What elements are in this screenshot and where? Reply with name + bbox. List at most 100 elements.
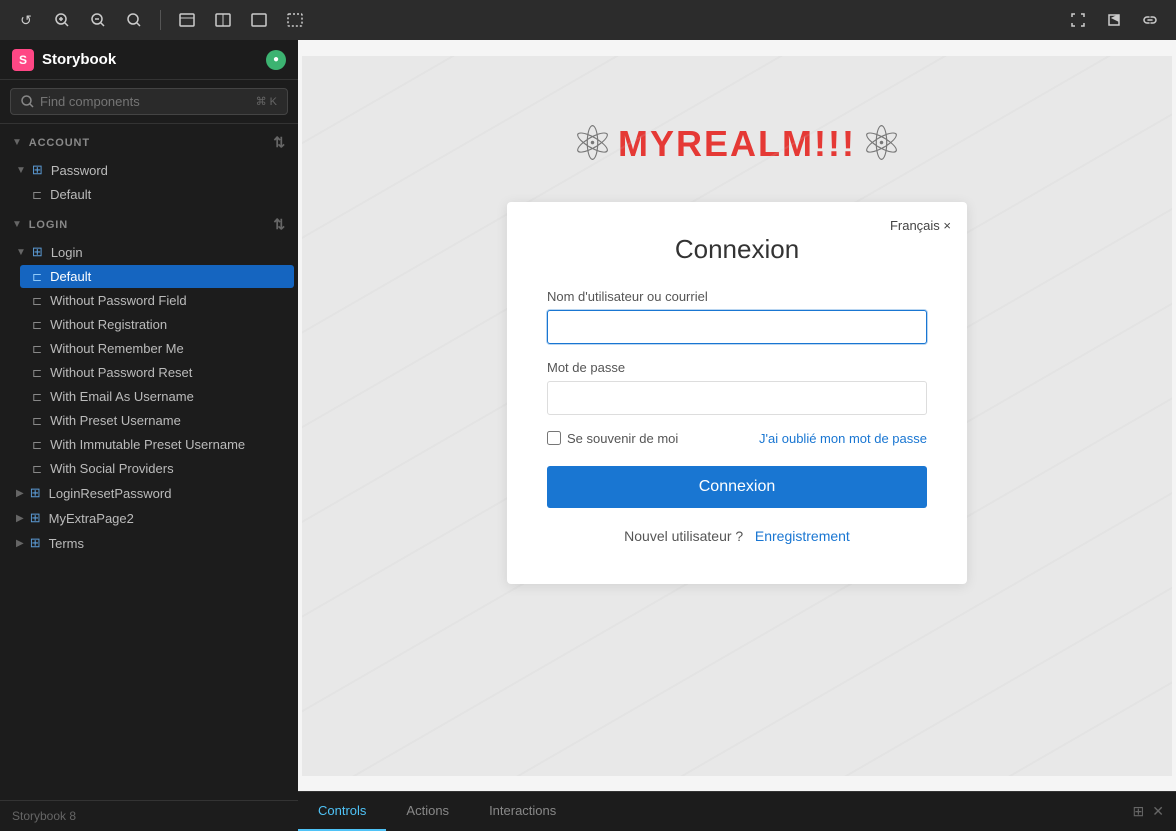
story-icon-immutable-preset: ⊏ [32,438,42,452]
toolbar-fullscreen-icon[interactable] [1064,6,1092,34]
toolbar: ↺ [0,0,1176,40]
storybook-logo-icon: S [12,49,34,71]
sidebar-item-login-default[interactable]: ⊏ Default [20,265,294,288]
password-group-icon: ⊞ [32,162,43,178]
sidebar-item-with-preset-username-label: With Preset Username [50,413,181,428]
sidebar-item-password-default[interactable]: ⊏ Default [20,183,294,206]
remember-me-text: Se souvenir de moi [567,431,678,446]
sidebar-footer-text: Storybook 8 [12,809,76,823]
section-account-chevron: ▼ [12,137,23,148]
sidebar-item-myextra-group[interactable]: ▶ ⊞ MyExtraPage2 [4,506,294,530]
sidebar-item-without-registration[interactable]: ⊏ Without Registration [20,313,294,336]
sidebar-item-terms-label: Terms [49,536,84,551]
sidebar: S Storybook ● ⌘ K ▼ ACCOUNT [0,40,298,831]
sidebar-item-password-label: Password [51,163,108,178]
sidebar-item-social-providers[interactable]: ⊏ With Social Providers [20,457,294,480]
panel-split-icon[interactable]: ⊞ [1133,803,1145,820]
sidebar-nav: ▼ ACCOUNT ⇅ ▼ ⊞ Password ⊏ Default [0,124,298,800]
username-label: Nom d'utilisateur ou courriel [547,289,927,304]
sidebar-item-login-reset-label: LoginResetPassword [49,486,172,501]
login-tree: ▼ ⊞ Login ⊏ Default ⊏ Without Password F… [0,240,298,555]
section-login-chevron: ▼ [12,219,23,230]
search-box: ⌘ K [10,88,288,115]
search-shortcut: ⌘ K [256,95,277,108]
sidebar-item-login-reset-group[interactable]: ▶ ⊞ LoginResetPassword [4,481,294,505]
tab-controls[interactable]: Controls [298,792,386,831]
preview-area: ⚛ MYREALM!!! ⚛ Français × Connexion Nom … [298,40,1176,831]
section-login-label: LOGIN [29,219,68,231]
sidebar-header: S Storybook ● [0,40,298,80]
storybook-notification-badge[interactable]: ● [266,50,286,70]
sidebar-item-without-password-reset[interactable]: ⊏ Without Password Reset [20,361,294,384]
toolbar-layout1-icon[interactable] [173,6,201,34]
sidebar-item-login-group[interactable]: ▼ ⊞ Login [4,240,294,264]
sidebar-item-without-password-label: Without Password Field [50,293,187,308]
login-reset-group-icon: ⊞ [30,485,41,501]
sidebar-item-login-default-label: Default [50,269,91,284]
toolbar-reset-zoom-icon[interactable] [120,6,148,34]
register-row: Nouvel utilisateur ? Enregistrement [547,528,927,544]
toolbar-layout2-icon[interactable] [209,6,237,34]
remember-me-label[interactable]: Se souvenir de moi [547,431,678,446]
logo-area: ⚛ MYREALM!!! ⚛ [571,116,903,172]
toolbar-open-icon[interactable] [1100,6,1128,34]
language-selector[interactable]: Français × [890,218,951,233]
forgot-password-link[interactable]: J'ai oublié mon mot de passe [759,431,927,446]
sidebar-item-myextra-label: MyExtraPage2 [49,511,134,526]
toolbar-home-icon[interactable]: ↺ [12,6,40,34]
sidebar-item-without-password[interactable]: ⊏ Without Password Field [20,289,294,312]
page-preview: ⚛ MYREALM!!! ⚛ Français × Connexion Nom … [302,56,1172,776]
section-login: ▼ LOGIN ⇅ ▼ ⊞ Login ⊏ Default [0,210,298,555]
sidebar-search-container: ⌘ K [0,80,298,124]
main-layout: S Storybook ● ⌘ K ▼ ACCOUNT [0,40,1176,831]
search-input[interactable] [40,94,250,109]
section-login-header[interactable]: ▼ LOGIN ⇅ [0,210,298,239]
sidebar-item-without-remember-me[interactable]: ⊏ Without Remember Me [20,337,294,360]
story-icon-password-default: ⊏ [32,188,42,202]
password-input[interactable] [547,381,927,415]
login-button[interactable]: Connexion [547,466,927,508]
remember-me-checkbox[interactable] [547,431,561,445]
login-children: ⊏ Default ⊏ Without Password Field ⊏ Wit… [0,265,298,480]
password-children: ⊏ Default [0,183,298,206]
toolbar-divider-1 [160,10,161,30]
sidebar-item-email-as-username[interactable]: ⊏ With Email As Username [20,385,294,408]
storybook-logo-text: Storybook [42,51,116,68]
story-icon-with-preset-username: ⊏ [32,414,42,428]
sidebar-item-terms-group[interactable]: ▶ ⊞ Terms [4,531,294,555]
section-login-expand-icon: ⇅ [273,216,286,233]
terms-chevron: ▶ [16,538,24,549]
bottom-tabs: Controls Actions Interactions [298,792,576,831]
toolbar-link-icon[interactable] [1136,6,1164,34]
section-account-header[interactable]: ▼ ACCOUNT ⇅ [0,128,298,157]
form-title: Connexion [547,234,927,265]
sidebar-item-login-label: Login [51,245,83,260]
story-icon-email-as-username: ⊏ [32,390,42,404]
toolbar-zoom-out-icon[interactable] [84,6,112,34]
tab-interactions[interactable]: Interactions [469,792,576,831]
username-group: Nom d'utilisateur ou courriel [547,289,927,344]
toolbar-zoom-in-icon[interactable] [48,6,76,34]
story-icon-login-default: ⊏ [32,270,42,284]
search-icon [21,95,34,108]
sidebar-item-with-preset-username[interactable]: ⊏ With Preset Username [20,409,294,432]
login-card: Français × Connexion Nom d'utilisateur o… [507,202,967,584]
toolbar-layout3-icon[interactable] [245,6,273,34]
username-input[interactable] [547,310,927,344]
panel-close-icon[interactable]: ✕ [1152,803,1164,820]
terms-group-icon: ⊞ [30,535,41,551]
register-link[interactable]: Enregistrement [755,528,850,544]
myextra-group-icon: ⊞ [30,510,41,526]
realm-text: MYREALM!!! [618,123,856,165]
story-icon-without-registration: ⊏ [32,318,42,332]
toolbar-right [1064,6,1164,34]
bottom-panel-right: ⊞ ✕ [1133,803,1176,820]
login-group-chevron: ▼ [16,247,26,258]
sidebar-item-password-group[interactable]: ▼ ⊞ Password [4,158,294,182]
toolbar-layout4-icon[interactable] [281,6,309,34]
password-group-chevron: ▼ [16,165,26,176]
sidebar-item-immutable-preset[interactable]: ⊏ With Immutable Preset Username [20,433,294,456]
tab-actions[interactable]: Actions [386,792,469,831]
story-icon-without-remember-me: ⊏ [32,342,42,356]
section-account: ▼ ACCOUNT ⇅ ▼ ⊞ Password ⊏ Default [0,128,298,206]
